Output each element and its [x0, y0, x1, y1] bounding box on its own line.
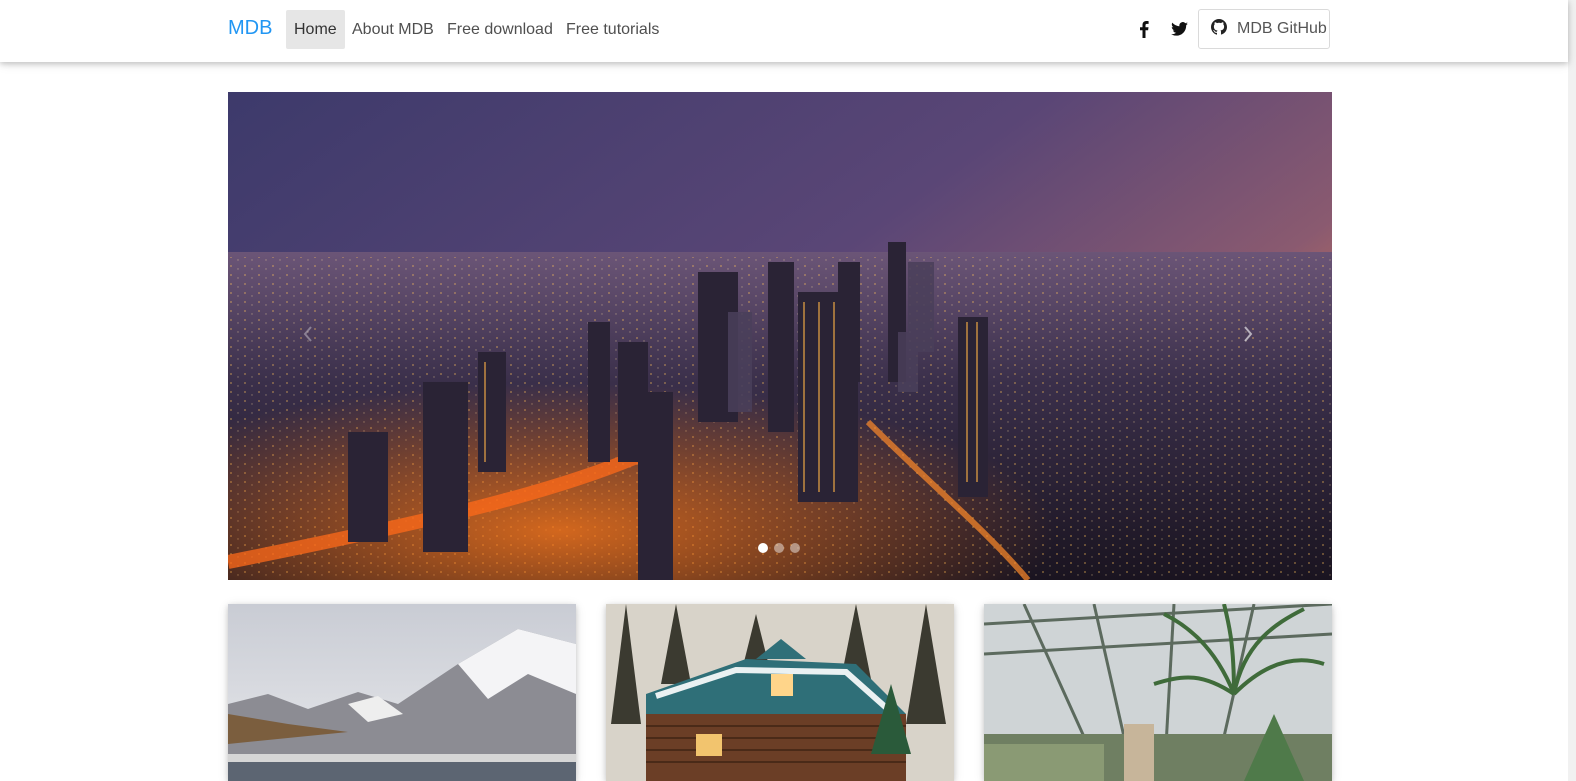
carousel-indicators — [758, 543, 800, 553]
github-button-label: MDB GitHub — [1237, 20, 1327, 37]
brand-logo[interactable]: MDB — [228, 17, 272, 40]
carousel-indicator-1[interactable] — [758, 543, 768, 553]
facebook-icon[interactable] — [1129, 14, 1159, 44]
nav-link-free-tutorials[interactable]: Free tutorials — [558, 10, 667, 49]
github-icon — [1211, 18, 1227, 40]
hero-carousel[interactable] — [228, 92, 1332, 580]
github-button[interactable]: MDB GitHub — [1198, 9, 1330, 49]
carousel-indicator-2[interactable] — [774, 543, 784, 553]
navbar: MDB Home About MDB Free download Free tu… — [0, 0, 1568, 62]
twitter-icon[interactable] — [1164, 14, 1194, 44]
carousel-next[interactable] — [1228, 314, 1268, 354]
greenhouse-image — [984, 604, 1332, 781]
carousel-indicator-3[interactable] — [790, 543, 800, 553]
chevron-right-icon — [1243, 326, 1253, 342]
chevron-left-icon — [303, 326, 313, 342]
card-mountain[interactable] — [228, 604, 576, 781]
nav-link-about[interactable]: About MDB — [344, 10, 442, 49]
card-greenhouse[interactable] — [984, 604, 1332, 781]
nav-link-free-download[interactable]: Free download — [439, 10, 561, 49]
carousel-prev[interactable] — [288, 314, 328, 354]
log-cabin-image — [606, 604, 954, 781]
scrollbar[interactable] — [1568, 0, 1576, 781]
nav-link-home[interactable]: Home — [286, 10, 345, 49]
carousel-slide-image — [228, 92, 1332, 580]
card-cabin[interactable] — [606, 604, 954, 781]
mountain-lake-image — [228, 604, 576, 781]
